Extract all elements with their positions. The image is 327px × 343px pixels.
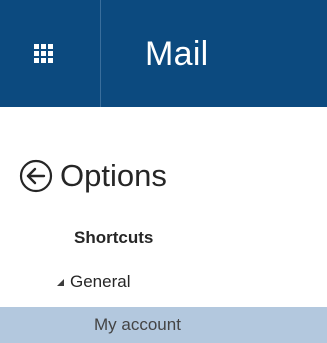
app-launcher-button[interactable] — [0, 0, 100, 107]
nav-item-general-label: General — [70, 272, 131, 291]
app-title[interactable]: Mail — [145, 36, 209, 72]
waffle-icon — [33, 44, 53, 63]
back-arrow-circle-icon[interactable] — [18, 158, 54, 194]
options-title: Options — [60, 158, 167, 193]
nav-item-my-account-label: My account — [94, 315, 181, 334]
options-back-button[interactable]: Options — [18, 158, 167, 194]
header-divider — [100, 0, 101, 107]
nav-item-shortcuts[interactable]: Shortcuts — [74, 228, 153, 248]
app-header: Mail — [0, 0, 327, 107]
triangle-expanded-icon[interactable] — [56, 278, 65, 287]
nav-item-general[interactable]: General — [56, 272, 130, 292]
nav-item-my-account[interactable]: My account — [0, 307, 327, 343]
